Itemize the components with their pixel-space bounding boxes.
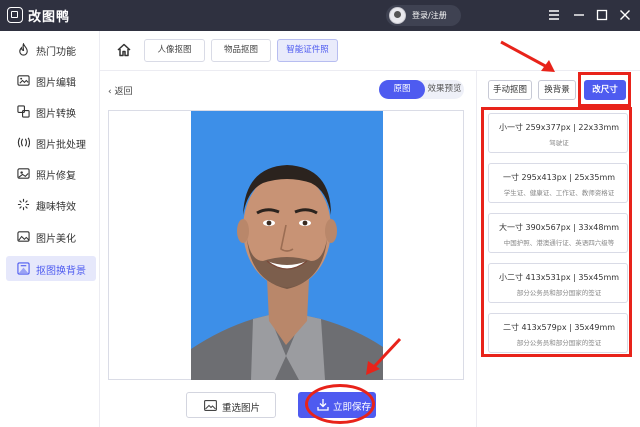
toggle-preview[interactable]: 效果预览: [425, 80, 464, 99]
reselect-label: 重选图片: [222, 403, 261, 414]
image-edit-icon: [17, 75, 30, 86]
image-icon: [204, 400, 217, 411]
sidebar-item-label: 热门功能: [36, 47, 76, 58]
sidebar-item-beautify[interactable]: 图片美化: [6, 224, 96, 249]
back-button[interactable]: ‹ 返回: [108, 84, 133, 97]
title-bar: 改图鸭 登录/注册: [0, 0, 640, 31]
sidebar-item-image-edit[interactable]: 图片编辑: [6, 68, 96, 93]
tab-id-photo[interactable]: 智能证件照: [277, 39, 338, 62]
header-divider: [100, 70, 640, 71]
sidebar-item-label: 图片编辑: [36, 78, 76, 89]
minimize-icon[interactable]: [571, 7, 587, 23]
sidebar-item-label: 抠图换背景: [36, 266, 86, 277]
sidebar-item-label: 趣味特效: [36, 202, 76, 213]
back-label: 返回: [114, 87, 133, 97]
toggle-original[interactable]: 原图: [379, 80, 425, 99]
annotation-ellipse: [305, 384, 375, 424]
sidebar-item-convert[interactable]: 图片转换: [6, 99, 96, 124]
sidebar-item-label: 图片批处理: [36, 140, 86, 151]
manual-cutout-button[interactable]: 手动抠图: [488, 80, 532, 100]
close-icon[interactable]: [617, 7, 633, 23]
sidebar-item-label: 照片修复: [36, 171, 76, 182]
tab-object-cutout[interactable]: 物品抠图: [211, 39, 271, 62]
beautify-icon: [17, 231, 30, 242]
reselect-image-button[interactable]: 重选图片: [186, 392, 276, 418]
photo-repair-icon: [17, 168, 30, 179]
avatar: [389, 7, 406, 24]
app-logo-icon: [7, 7, 23, 23]
panel-divider: [476, 71, 477, 427]
annotation-box-size-button: [578, 72, 631, 107]
sidebar-item-photo-repair[interactable]: 照片修复: [6, 161, 96, 186]
sidebar-item-batch[interactable]: 图片批处理: [6, 130, 96, 155]
batch-icon: [17, 137, 30, 148]
sidebar-item-hot[interactable]: 热门功能: [6, 37, 96, 62]
view-toggle: 原图 效果预览: [379, 80, 464, 99]
convert-icon: [17, 105, 30, 118]
sidebar: 热门功能 图片编辑 图片转换 图片批处理 照片修复 趣味特效 图片美化 抠图换背…: [0, 31, 100, 427]
home-icon[interactable]: [116, 42, 132, 58]
tab-portrait-cutout[interactable]: 人像抠图: [144, 39, 205, 62]
annotation-box-size-list: [481, 107, 632, 357]
sidebar-item-effects[interactable]: 趣味特效: [6, 192, 96, 217]
sidebar-item-cutout[interactable]: 抠图换背景: [6, 256, 96, 281]
annotation-arrow-icon: [500, 40, 555, 72]
app-title: 改图鸭: [28, 10, 71, 25]
sidebar-item-label: 图片美化: [36, 234, 76, 245]
photo-canvas: [108, 110, 464, 380]
fire-icon: [19, 43, 28, 56]
portrait-photo: [191, 111, 383, 380]
sparkle-icon: [17, 198, 30, 211]
maximize-icon[interactable]: [594, 7, 610, 23]
menu-icon[interactable]: [546, 7, 562, 23]
change-background-button[interactable]: 换背景: [538, 80, 576, 100]
login-label: 登录/注册: [412, 11, 447, 20]
chevron-left-icon: ‹: [108, 87, 112, 97]
sidebar-item-label: 图片转换: [36, 109, 76, 120]
login-button[interactable]: 登录/注册: [386, 5, 461, 26]
cutout-icon: [17, 262, 30, 275]
